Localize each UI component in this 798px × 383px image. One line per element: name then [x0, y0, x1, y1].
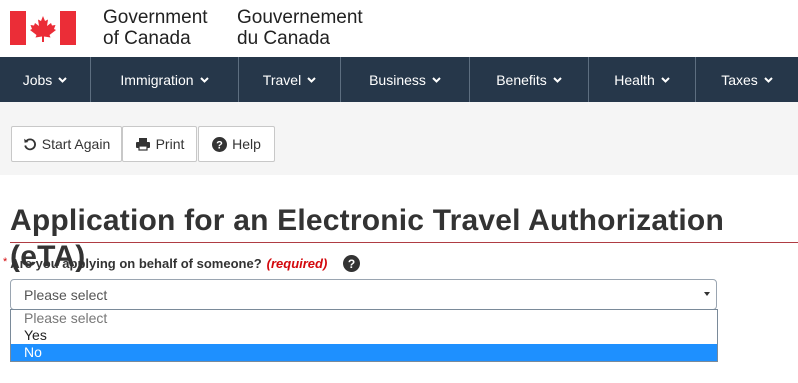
- help-button[interactable]: ? Help: [198, 126, 275, 162]
- signature-fr-line1: Gouvernement: [237, 7, 363, 28]
- menu-item-health[interactable]: Health: [589, 57, 696, 102]
- menu-item-immigration[interactable]: Immigration: [91, 57, 239, 102]
- question-text: Are you applying on behalf of someone?: [10, 256, 262, 271]
- menu-item-travel[interactable]: Travel: [239, 57, 341, 102]
- main-menu: Jobs Immigration Travel Business Benefit…: [0, 57, 798, 102]
- menu-item-label: Health: [614, 71, 655, 88]
- chevron-down-icon: [199, 76, 209, 83]
- menu-item-label: Benefits: [496, 71, 547, 88]
- chevron-down-icon: [764, 76, 773, 83]
- signature-fr-line2: du Canada: [237, 28, 330, 49]
- print-icon: [135, 138, 150, 151]
- select-options-list: Please select Yes No: [10, 309, 718, 362]
- option-yes[interactable]: Yes: [11, 327, 717, 344]
- menu-item-label: Jobs: [22, 71, 53, 88]
- question-circle-icon: ?: [212, 136, 228, 152]
- required-marker: *: [3, 255, 8, 268]
- signature-french: Gouvernement du Canada: [237, 7, 363, 49]
- menu-item-jobs[interactable]: Jobs: [0, 57, 91, 102]
- title-underline: [10, 242, 798, 243]
- signature-english: Government of Canada: [103, 7, 208, 49]
- option-no[interactable]: No: [11, 344, 717, 361]
- chevron-down-icon: [432, 76, 441, 83]
- behalf-select[interactable]: Please select: [10, 279, 717, 310]
- menu-item-label: Business: [369, 71, 426, 88]
- menu-item-business[interactable]: Business: [341, 57, 470, 102]
- dropdown-arrow-icon: [704, 292, 710, 296]
- print-button[interactable]: Print: [122, 126, 197, 162]
- chevron-down-icon: [661, 76, 670, 83]
- menu-item-label: Taxes: [721, 71, 758, 88]
- start-again-label: Start Again: [41, 136, 111, 152]
- chevron-down-icon: [58, 76, 67, 83]
- menu-item-label: Travel: [262, 71, 302, 88]
- chevron-down-icon: [553, 76, 562, 83]
- menu-item-label: Immigration: [120, 71, 194, 88]
- canada-flag-icon: [10, 11, 76, 45]
- signature-en-line2: of Canada: [103, 28, 191, 49]
- chevron-down-icon: [307, 76, 316, 83]
- option-please-select[interactable]: Please select: [11, 310, 717, 327]
- help-label: Help: [232, 136, 261, 152]
- menu-item-benefits[interactable]: Benefits: [470, 57, 589, 102]
- menu-item-taxes[interactable]: Taxes: [696, 57, 798, 102]
- svg-text:?: ?: [216, 139, 223, 151]
- signature-en-line1: Government: [103, 7, 208, 28]
- question-help-icon[interactable]: ?: [343, 255, 360, 272]
- restart-icon: [23, 138, 36, 151]
- select-current-value: Please select: [24, 286, 108, 303]
- gov-header: Government of Canada Gouvernement du Can…: [0, 0, 798, 57]
- print-label: Print: [155, 136, 185, 152]
- start-again-button[interactable]: Start Again: [11, 126, 122, 162]
- question-label: * Are you applying on behalf of someone?…: [3, 255, 328, 272]
- required-text: (required): [266, 256, 328, 271]
